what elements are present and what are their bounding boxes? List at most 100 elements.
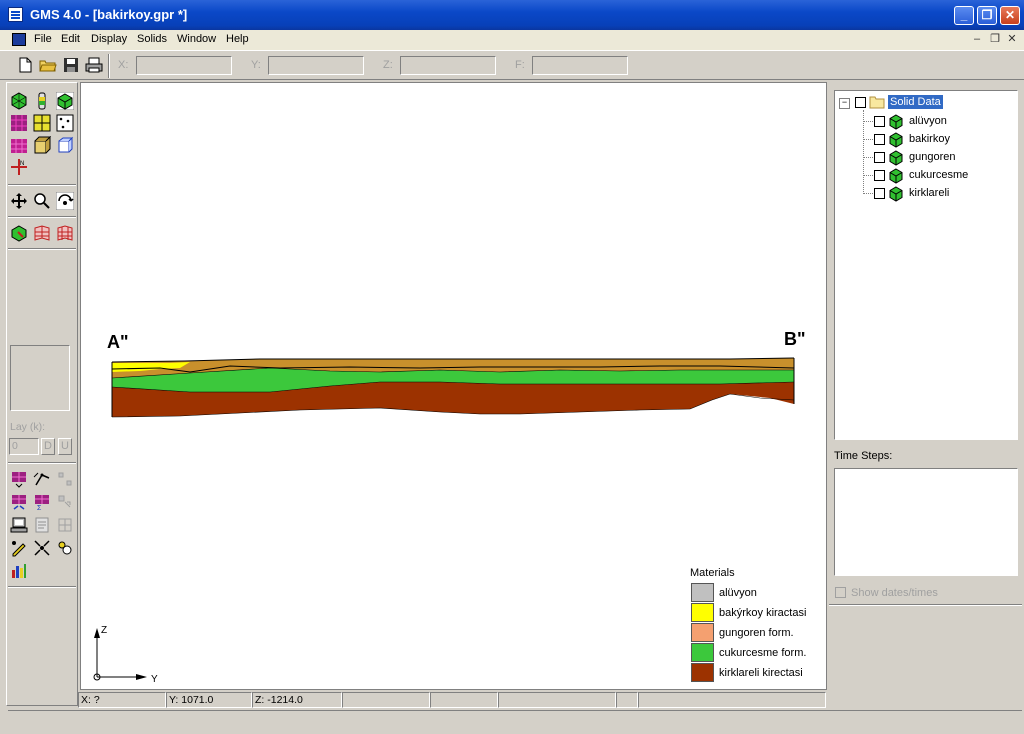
new-file-icon[interactable] (16, 56, 34, 74)
3d-mesh-module-icon[interactable] (10, 136, 28, 154)
palette-separator (8, 184, 76, 186)
y-axis-arrow (136, 674, 147, 680)
z-coord-field[interactable] (400, 56, 496, 75)
status-y: Y: 1071.0 (166, 692, 252, 708)
save-icon[interactable] (62, 56, 80, 74)
section-end-label: B" (784, 329, 806, 349)
layer-down-button[interactable]: D (41, 438, 55, 455)
mdi-minimize-button[interactable]: – (970, 33, 984, 46)
layer-up-button[interactable]: U (58, 438, 72, 455)
x-coord-field[interactable] (136, 56, 232, 75)
edit-layer-icon[interactable]: Σ (33, 493, 51, 511)
tree-root-solid-data[interactable]: Solid Data (888, 95, 943, 109)
2d-mesh-module-icon[interactable] (10, 114, 28, 132)
zoom-icon[interactable] (33, 192, 51, 210)
edit-point-icon[interactable] (10, 539, 28, 557)
minimize-button[interactable]: _ (954, 6, 974, 25)
tin-module-icon[interactable] (10, 92, 28, 110)
cross-section-icon[interactable] (33, 224, 51, 242)
close-button[interactable]: ✕ (1000, 6, 1020, 25)
document-icon[interactable] (12, 33, 26, 46)
folder-icon (869, 96, 885, 109)
tree-item-bakirkoy[interactable]: bakirkoy (909, 133, 950, 149)
computer-icon[interactable] (10, 516, 28, 534)
app-icon[interactable] (8, 7, 23, 22)
tree-item-alüvyon[interactable]: alüvyon (909, 115, 947, 131)
status-x: X: ? (78, 692, 166, 708)
x-coord-label: X: (118, 59, 129, 71)
root-checkbox[interactable] (855, 97, 866, 108)
select-boreholes-icon[interactable] (10, 470, 28, 488)
menu-help[interactable]: Help (226, 33, 249, 45)
legend-swatch (691, 663, 714, 682)
3d-scatter-module-icon[interactable] (56, 136, 74, 154)
maximize-button[interactable]: ❐ (977, 6, 997, 25)
section-start-label: A" (107, 332, 129, 352)
solid-visibility-checkbox[interactable] (874, 170, 885, 181)
show-dates-checkbox[interactable] (835, 587, 846, 598)
tree-branch (863, 121, 873, 122)
palette-separator (8, 248, 76, 250)
f-value-field[interactable] (532, 56, 628, 75)
print-icon[interactable] (85, 56, 103, 74)
tree-item-kirklareli[interactable]: kirklareli (909, 187, 949, 203)
solid-visibility-checkbox[interactable] (874, 116, 885, 127)
tree-item-gungoren[interactable]: gungoren (909, 151, 956, 167)
menu-solids[interactable]: Solids (137, 33, 167, 45)
legend-swatch (691, 583, 714, 602)
map-module-icon[interactable]: N (10, 158, 28, 176)
merge-icon[interactable] (33, 539, 51, 557)
tree-item-cukurcesme[interactable]: cukurcesme (909, 169, 968, 185)
plot-icon[interactable] (10, 562, 28, 580)
edit-section-icon[interactable] (10, 493, 28, 511)
menu-edit[interactable]: Edit (61, 33, 80, 45)
svg-text:N: N (20, 161, 24, 167)
y-axis-label: Y (151, 674, 158, 685)
grid-select-icon[interactable] (56, 516, 74, 534)
time-steps-list[interactable] (834, 468, 1018, 576)
mdi-close-button[interactable]: ✕ (1005, 33, 1019, 46)
menu-window[interactable]: Window (177, 33, 216, 45)
legend-label: bakýrkoy kiractasi (719, 607, 807, 619)
particle-icon[interactable] (56, 539, 74, 557)
open-folder-icon[interactable] (39, 56, 57, 74)
3d-grid-module-icon[interactable] (33, 136, 51, 154)
select-solid-icon[interactable] (10, 224, 28, 242)
window-title: GMS 4.0 - [bakirkoy.gpr *] (30, 7, 188, 22)
tree-expander[interactable]: − (839, 98, 850, 109)
solid-visibility-checkbox[interactable] (874, 188, 885, 199)
select-cell-icon[interactable] (56, 493, 74, 511)
status-z: Z: -1214.0 (252, 692, 342, 708)
cross-section-edit-icon[interactable] (56, 224, 74, 242)
layer-label: Lay (k): (10, 421, 46, 433)
toolbar-separator (108, 54, 110, 78)
status-field-4 (342, 692, 430, 708)
solid-icon (889, 132, 903, 148)
properties-icon[interactable] (33, 516, 51, 534)
borehole-module-icon[interactable] (33, 92, 51, 110)
y-coord-label: Y: (251, 59, 261, 71)
select-vertex-icon[interactable] (56, 470, 74, 488)
rotate-icon[interactable] (56, 192, 74, 210)
tree-branch (863, 175, 873, 176)
y-coord-field[interactable] (268, 56, 364, 75)
create-arc-icon[interactable] (33, 470, 51, 488)
solid-visibility-checkbox[interactable] (874, 152, 885, 163)
mdi-restore-button[interactable]: ❐ (988, 33, 1002, 46)
menu-display[interactable]: Display (91, 33, 127, 45)
legend-swatch (691, 623, 714, 642)
palette-separator (8, 216, 76, 218)
tree-branch (863, 157, 873, 158)
palette-separator (8, 462, 76, 464)
pan-icon[interactable] (10, 192, 28, 210)
status-field-8 (638, 692, 826, 708)
preview-box (10, 345, 70, 411)
2d-grid-module-icon[interactable] (33, 114, 51, 132)
layer-input[interactable]: 0 (9, 438, 39, 455)
solid-tools: Σ (8, 468, 76, 584)
solid-module-icon[interactable] (56, 92, 74, 110)
solid-visibility-checkbox[interactable] (874, 134, 885, 145)
cross-section-view[interactable] (80, 82, 827, 690)
menu-file[interactable]: File (34, 33, 52, 45)
scatter-module-icon[interactable] (56, 114, 74, 132)
